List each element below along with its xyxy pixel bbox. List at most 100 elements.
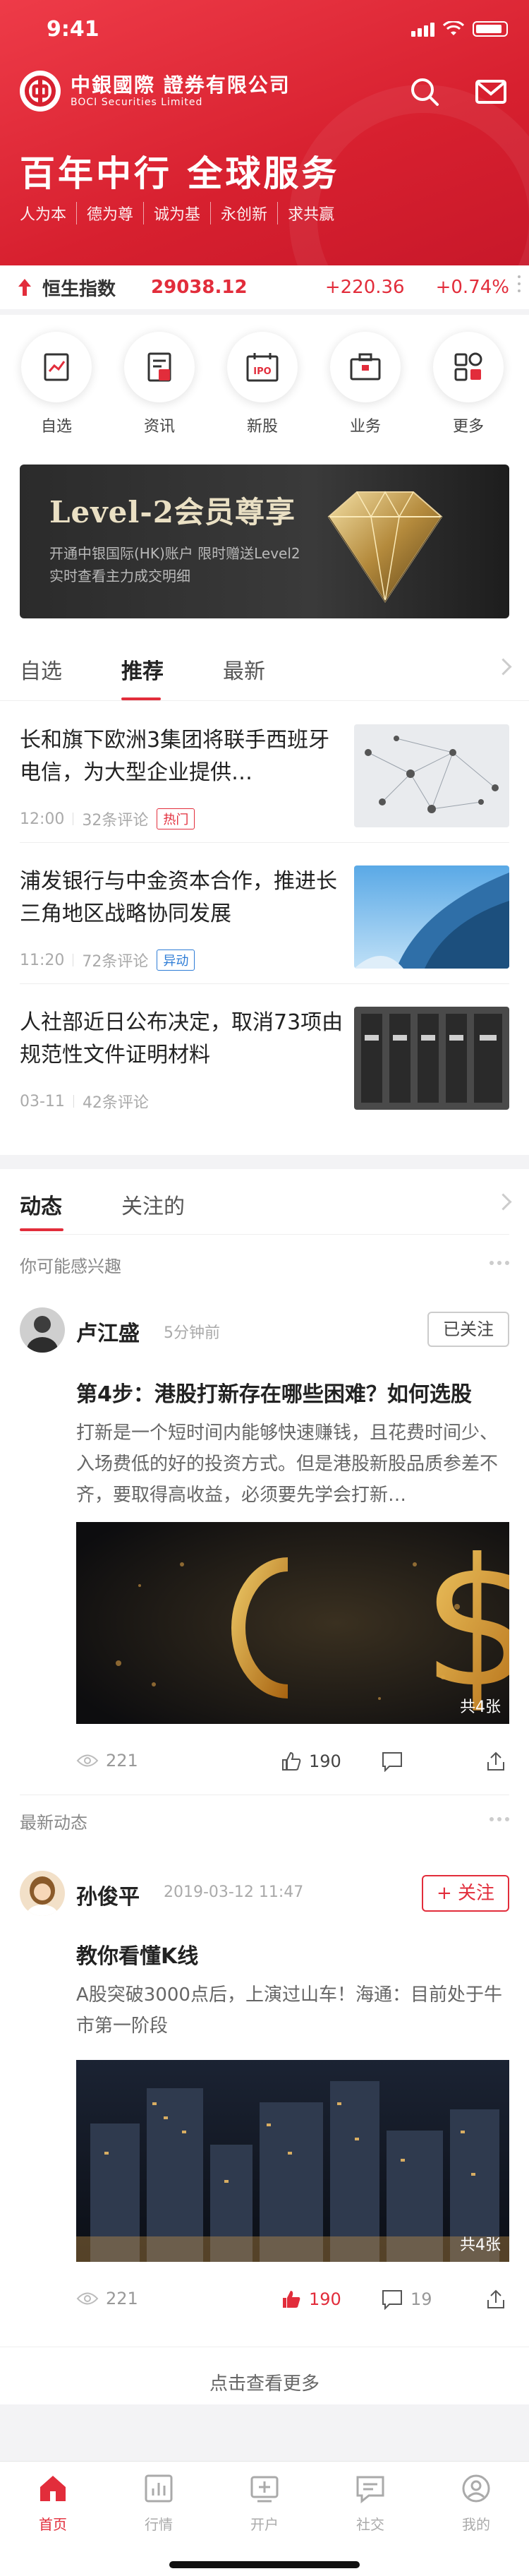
thumbs-up-icon — [282, 1751, 301, 1771]
quick-entry-news[interactable]: 资讯 — [123, 332, 196, 436]
quick-entry-watchlist[interactable]: 自选 — [20, 332, 93, 436]
share-button[interactable] — [485, 2289, 506, 2310]
banner-line: 开通中银国际(HK)账户 限时赠送Level2 — [49, 545, 300, 562]
post-body[interactable]: 打新是一个短时间内能够快速赚钱，且花费时间少、入场费低的好的投资方式。但是港股新… — [76, 1418, 509, 1511]
news-thumbnail — [354, 724, 509, 827]
divider — [20, 842, 509, 843]
news-tag: 异动 — [157, 949, 195, 971]
news-icon — [147, 352, 171, 382]
nav-open-account[interactable]: 开户 — [229, 2472, 300, 2534]
followed-button[interactable]: 已关注 — [427, 1312, 509, 1347]
chevron-right-icon[interactable] — [494, 658, 512, 676]
tab-following[interactable]: 关注的 — [121, 1189, 185, 1220]
chat-icon — [356, 2476, 384, 2504]
news-title: 人社部近日公布决定，取消73项由规范性文件证明材料 — [20, 1010, 343, 1067]
news-meta: 12:00 32条评论 热门 — [20, 808, 195, 830]
logo-text-en: BOCI Securities Limited — [71, 97, 203, 108]
follow-button[interactable]: + 关注 — [422, 1875, 509, 1912]
quick-entry-ipo[interactable]: IPO 新股 — [226, 332, 299, 436]
eye-icon — [76, 1754, 99, 1767]
up-arrow-icon — [18, 279, 31, 296]
news-time: 12:00 — [20, 810, 65, 828]
avatar[interactable] — [20, 1871, 65, 1916]
quick-entry-label: 更多 — [452, 418, 484, 436]
search-icon[interactable] — [408, 75, 442, 109]
slogan: 百年中行 全球服务 — [20, 152, 340, 194]
more-dots-icon[interactable] — [490, 1817, 509, 1821]
level2-promo-banner[interactable]: Level-2会员尊享 开通中银国际(HK)账户 限时赠送Level2 实时查看… — [20, 465, 509, 618]
feed-tabs: 自选 推荐 最新 — [0, 633, 529, 701]
nav-social[interactable]: 社交 — [335, 2472, 406, 2534]
share-button[interactable] — [485, 1751, 506, 1772]
tab-watchlist[interactable]: 自选 — [20, 654, 62, 685]
comment-button[interactable] — [381, 1751, 411, 1772]
mail-icon[interactable] — [474, 75, 508, 109]
tab-activity[interactable]: 动态 — [20, 1189, 62, 1220]
news-comments: 72条评论 — [82, 953, 149, 971]
home-icon — [40, 2476, 66, 2501]
index-change-pct: +0.74% — [435, 277, 509, 298]
post-actions: 221 190 — [76, 1751, 509, 1779]
more-dots-icon[interactable] — [490, 1261, 509, 1265]
more-vertical-icon[interactable] — [518, 275, 521, 296]
like-count: 190 — [309, 1751, 341, 1771]
status-icons — [411, 21, 508, 37]
news-item[interactable]: 人社部近日公布决定，取消73项由规范性文件证明材料 03-11 42条评论 — [20, 1007, 509, 1112]
news-item[interactable]: 浦发银行与中金资本合作，推进长三角地区战略协同发展 11:20 72条评论 异动 — [20, 865, 509, 971]
banner-line: 实时查看主力成交明细 — [49, 568, 190, 585]
post-image[interactable]: $ 共4张 — [76, 1522, 509, 1724]
avatar[interactable] — [20, 1307, 65, 1353]
header-banner: 9:41 中銀國際 證券有限公司 BOCI Securities Limited — [0, 0, 529, 265]
quick-entry-business[interactable]: 业务 — [329, 332, 402, 436]
divider — [20, 1234, 509, 1235]
post-body[interactable]: A股突破3000点后，上演过山车！海通：目前处于牛市第一阶段 — [76, 1979, 509, 2042]
see-more-link[interactable]: 点击查看更多 — [0, 2369, 529, 2395]
thumbs-up-filled-icon — [283, 2291, 300, 2308]
business-icon — [350, 353, 381, 381]
index-ticker[interactable]: 恒生指数 29038.12 +220.36 +0.74% — [0, 265, 529, 309]
nav-profile[interactable]: 我的 — [441, 2472, 511, 2534]
post-title[interactable]: 第4步：港股打新存在哪些困难？如何选股 — [76, 1377, 472, 1408]
user-name[interactable]: 卢江盛 — [76, 1316, 140, 1347]
section-label: 你可能感兴趣 — [20, 1257, 121, 1276]
market-chart-icon — [145, 2474, 173, 2503]
like-count: 190 — [309, 2289, 341, 2309]
index-change: +220.36 — [324, 277, 405, 298]
tab-latest[interactable]: 最新 — [223, 654, 265, 685]
post-title[interactable]: 教你看懂K线 — [76, 1939, 198, 1970]
quick-entry-label: 资讯 — [143, 418, 175, 436]
quick-entry-label: 新股 — [246, 418, 278, 436]
like-button[interactable]: 190 — [281, 2289, 341, 2310]
like-button[interactable]: 190 — [281, 1751, 341, 1772]
social-section: 动态 关注的 你可能感兴趣 卢江盛 5分钟前 已关注 第4步：港股打新存在哪些困… — [0, 1169, 529, 2404]
news-thumbnail — [354, 865, 509, 969]
battery-icon — [473, 21, 508, 37]
tab-recommended[interactable]: 推荐 — [121, 654, 164, 685]
view-count-text: 221 — [106, 1751, 138, 1771]
chevron-right-icon[interactable] — [494, 1193, 512, 1211]
image-count: 共4张 — [460, 2236, 501, 2254]
comment-button[interactable]: 19 — [381, 2289, 432, 2310]
quick-entry-label: 业务 — [349, 418, 381, 436]
quick-entry-more[interactable]: 更多 — [432, 332, 505, 436]
diamond-icon — [327, 491, 443, 603]
nav-label: 首页 — [39, 2516, 67, 2533]
nav-label: 社交 — [356, 2516, 384, 2533]
news-thumbnail — [354, 1007, 509, 1110]
active-tab-indicator — [121, 697, 161, 700]
news-item[interactable]: 长和旗下欧洲3集团将联手西班牙电信，为大型企业提供… 12:00 32条评论 热… — [20, 724, 509, 829]
news-comments: 32条评论 — [82, 812, 149, 829]
news-title: 浦发银行与中金资本合作，推进长三角地区战略协同发展 — [20, 869, 337, 926]
news-time: 11:20 — [20, 951, 65, 969]
comment-icon — [382, 2290, 402, 2310]
nav-label: 我的 — [462, 2516, 490, 2533]
home-indicator — [169, 2561, 360, 2568]
logo-text-cn: 中銀國際 證券有限公司 — [71, 73, 291, 97]
nav-market[interactable]: 行情 — [123, 2472, 194, 2534]
nav-home[interactable]: 首页 — [18, 2472, 88, 2534]
image-count: 共4张 — [460, 1699, 501, 1716]
user-name[interactable]: 孙俊平 — [76, 1879, 140, 1910]
post-image[interactable]: 共4张 — [76, 2060, 509, 2262]
value-item: 人为本 — [20, 206, 67, 224]
brand-values: 人为本 德为尊 诚为基 永创新 求共赢 — [20, 202, 344, 224]
